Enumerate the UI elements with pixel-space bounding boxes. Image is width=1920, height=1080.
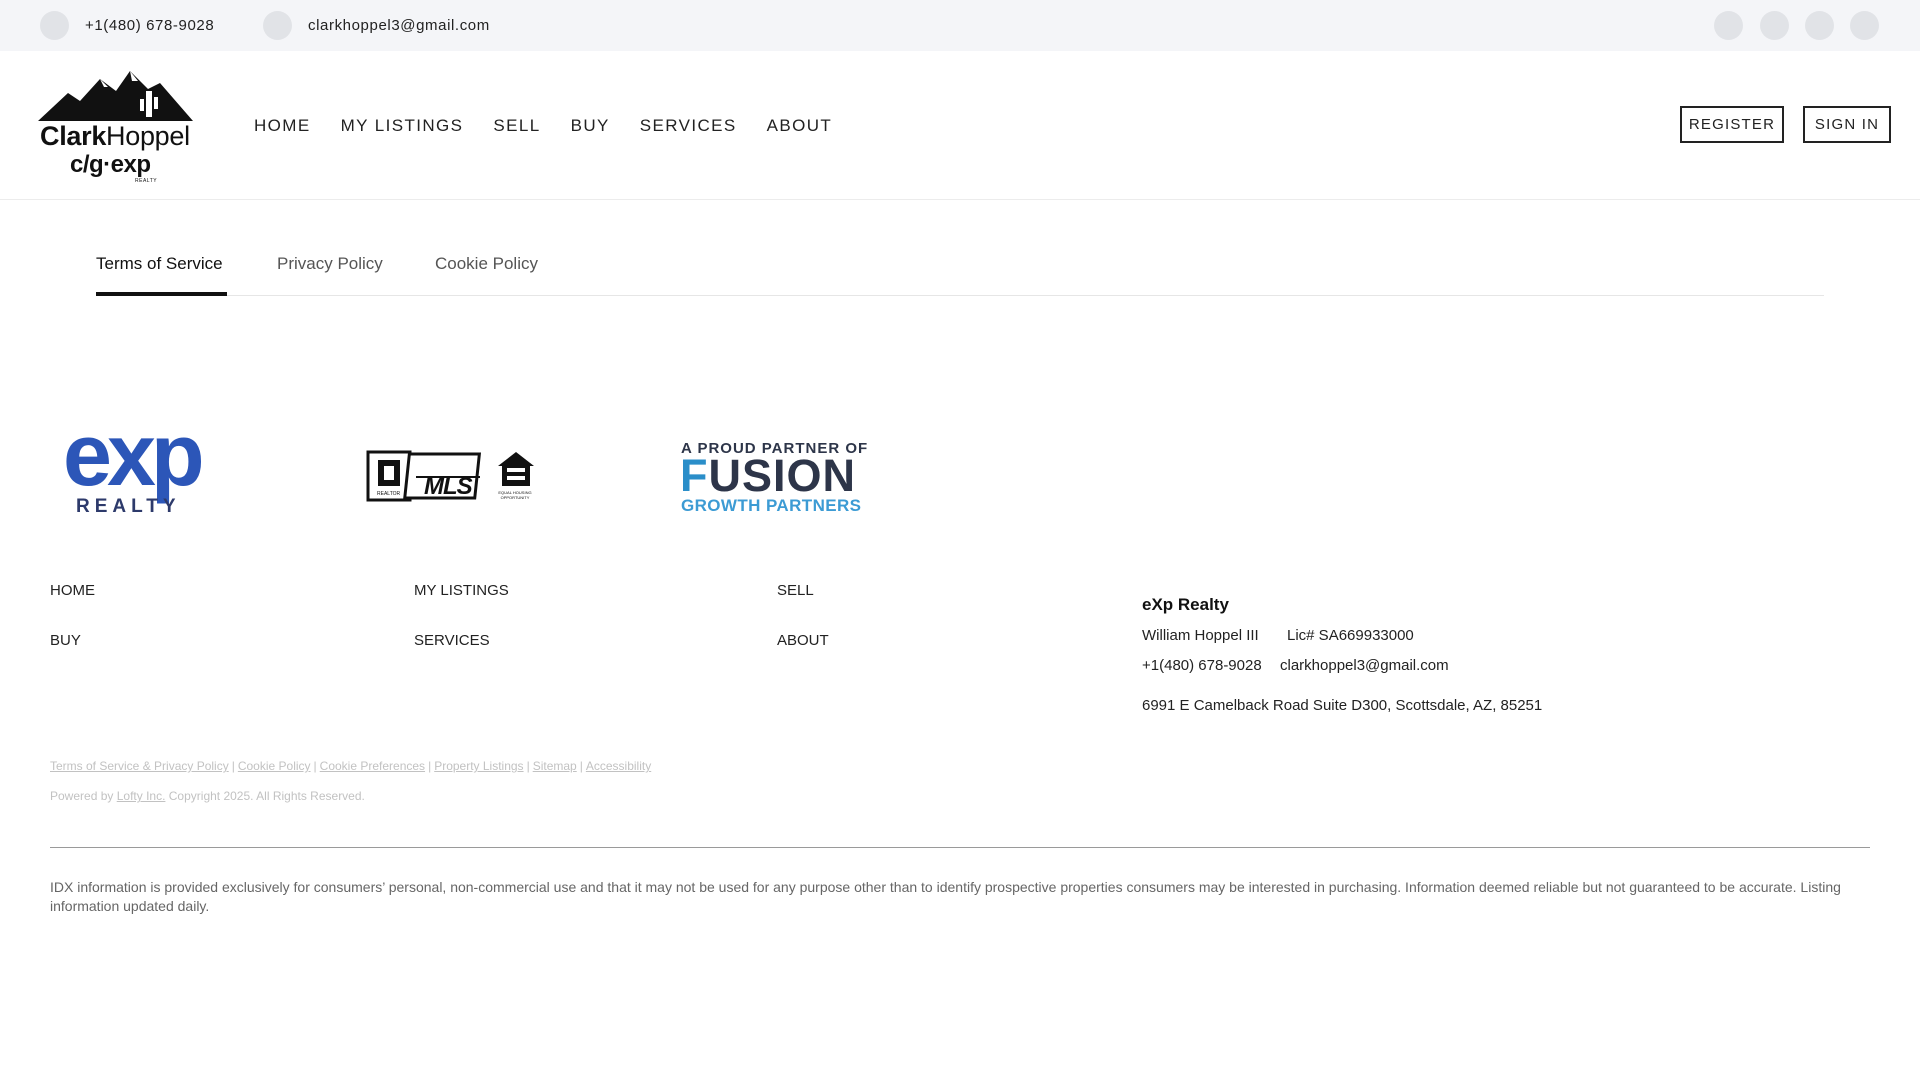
mountain-logo-icon: [38, 71, 193, 121]
nav-services[interactable]: SERVICES: [640, 116, 737, 136]
exp-word: exp: [63, 405, 205, 504]
company-name: eXp Realty: [1142, 595, 1229, 614]
legal-link-accessibility[interactable]: Accessibility: [586, 759, 651, 773]
fusion-partner-logo: A PROUD PARTNER OF FUSION GROWTH PARTNER…: [680, 440, 867, 516]
logo-sub-small: REALTY: [135, 178, 158, 184]
license-number: Lic# SA669933000: [1287, 627, 1414, 644]
tab-privacy-policy[interactable]: Privacy Policy: [277, 254, 383, 274]
footer-link-home[interactable]: HOME: [50, 582, 95, 599]
mls-logo: MLS REALTOR EQUAL HOUSING OPPORTUNITY: [366, 448, 536, 504]
email-text: clarkhoppel3@gmail.com: [308, 17, 490, 34]
nav-my-listings[interactable]: MY LISTINGS: [341, 116, 464, 136]
social-icon[interactable]: [1760, 11, 1789, 40]
fusion-line3: GROWTH PARTNERS: [681, 496, 862, 515]
social-icon[interactable]: [1714, 11, 1743, 40]
fusion-line2: FUSION: [680, 450, 857, 501]
logo-sub: c/g·exp: [70, 151, 151, 178]
powered-by: Powered by Lofty Inc. Copyright 2025. Al…: [50, 789, 365, 803]
email-link[interactable]: clarkhoppel3@gmail.com: [263, 0, 490, 51]
legal-link-property-listings[interactable]: Property Listings: [434, 759, 523, 773]
active-tab-indicator: [96, 292, 227, 296]
main-nav: HOME MY LISTINGS SELL BUY SERVICES ABOUT: [254, 51, 862, 200]
footer-link-about[interactable]: ABOUT: [777, 632, 829, 649]
lofty-link[interactable]: Lofty Inc.: [117, 789, 166, 803]
phone-icon: [40, 11, 69, 40]
company-address: 6991 E Camelback Road Suite D300, Scotts…: [1142, 697, 1543, 714]
legal-link-cookie-policy[interactable]: Cookie Policy: [238, 759, 311, 773]
tab-cookie-policy[interactable]: Cookie Policy: [435, 254, 538, 274]
register-button[interactable]: REGISTER: [1680, 106, 1784, 143]
policy-tabs: Terms of Service Privacy Policy Cookie P…: [96, 231, 1824, 296]
sign-in-button[interactable]: SIGN IN: [1803, 106, 1891, 143]
nav-home[interactable]: HOME: [254, 116, 311, 136]
company-phone[interactable]: +1(480) 678-9028: [1142, 657, 1262, 674]
legal-link-terms[interactable]: Terms of Service & Privacy Policy: [50, 759, 229, 773]
social-icon[interactable]: [1805, 11, 1834, 40]
footer-link-sell[interactable]: SELL: [777, 582, 814, 599]
footer-link-buy[interactable]: BUY: [50, 632, 81, 649]
realtor-text: REALTOR: [377, 491, 401, 497]
phone-link[interactable]: +1(480) 678-9028: [40, 0, 214, 51]
social-icon[interactable]: [1850, 11, 1879, 40]
site-header: ClarkHoppel c/g·exp REALTY HOME MY LISTI…: [0, 51, 1920, 200]
copyright-text: Copyright 2025. All Rights Reserved.: [168, 789, 365, 803]
footer-divider: [50, 847, 1870, 848]
exp-realty-logo: exp REALTY: [63, 411, 229, 519]
phone-text: +1(480) 678-9028: [85, 17, 215, 34]
agent-name: William Hoppel III: [1142, 627, 1259, 644]
email-icon: [263, 11, 292, 40]
footer-link-my-listings[interactable]: MY LISTINGS: [414, 582, 509, 599]
legal-link-sitemap[interactable]: Sitemap: [533, 759, 577, 773]
logo-brand: ClarkHoppel: [40, 121, 190, 151]
powered-prefix: Powered by: [50, 789, 114, 803]
nav-about[interactable]: ABOUT: [767, 116, 833, 136]
idx-disclaimer: IDX information is provided exclusively …: [50, 879, 1841, 914]
footer-link-services[interactable]: SERVICES: [414, 632, 490, 649]
company-email[interactable]: clarkhoppel3@gmail.com: [1280, 657, 1449, 674]
top-contact-bar: +1(480) 678-9028 clarkhoppel3@gmail.com: [0, 0, 1920, 51]
nav-sell[interactable]: SELL: [493, 116, 540, 136]
mls-text: MLS: [424, 473, 473, 500]
eho-text: EQUAL HOUSING OPPORTUNITY: [498, 490, 532, 500]
legal-link-cookie-preferences[interactable]: Cookie Preferences: [320, 759, 425, 773]
exp-realty-text: REALTY: [76, 496, 181, 517]
nav-buy[interactable]: BUY: [571, 116, 610, 136]
legal-links: Terms of Service & Privacy Policy | Cookie…: [50, 759, 652, 773]
tab-terms-of-service[interactable]: Terms of Service: [96, 254, 223, 274]
site-logo[interactable]: ClarkHoppel c/g·exp REALTY: [38, 69, 198, 184]
